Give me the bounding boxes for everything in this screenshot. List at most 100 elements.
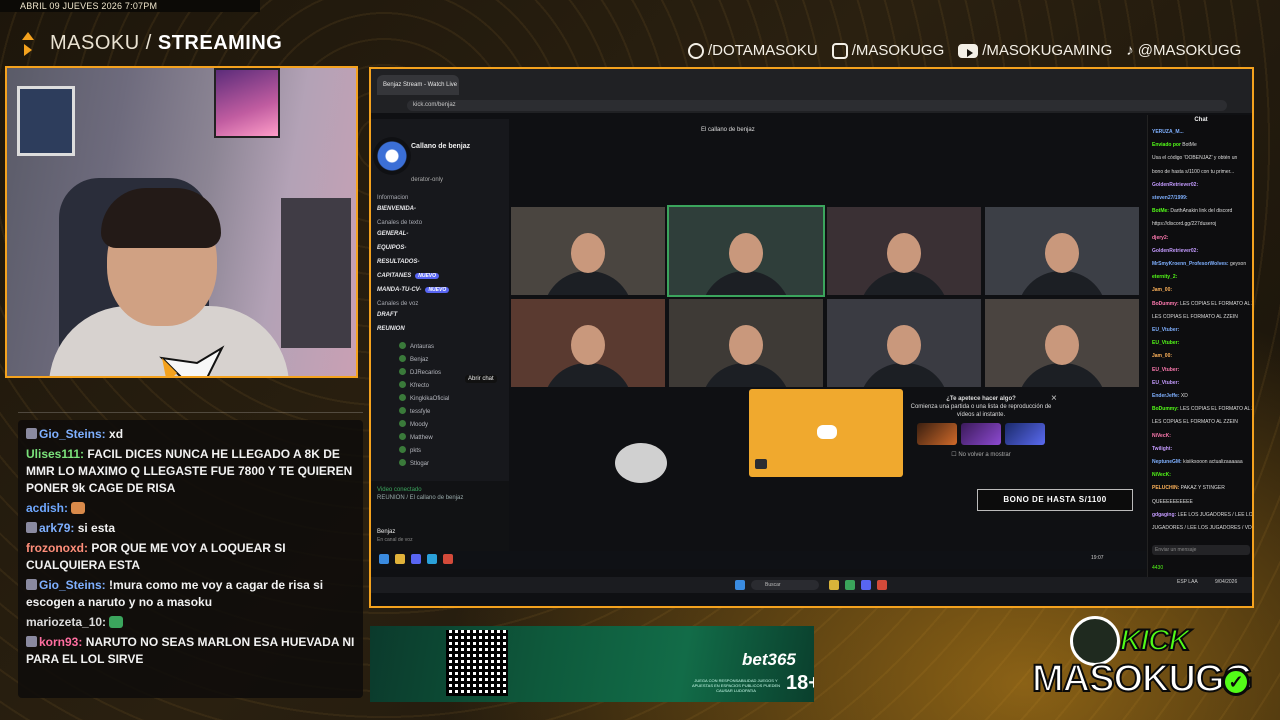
voice-user[interactable]: Kfrecto xyxy=(399,381,429,389)
discord-icon[interactable] xyxy=(861,580,871,590)
social-facebook[interactable]: /DOTAMASOKU xyxy=(688,42,818,59)
kick-chat-user[interactable]: GoldenRetriever02: xyxy=(1152,182,1198,188)
app-icon[interactable] xyxy=(877,580,887,590)
game-thumb[interactable] xyxy=(961,423,1001,445)
folder-icon[interactable] xyxy=(395,554,405,564)
social-youtube[interactable]: /MASOKUGAMING xyxy=(958,42,1112,59)
kick-chat-user[interactable]: BoDummy: xyxy=(1152,406,1179,412)
chat-username[interactable]: acdish: xyxy=(26,501,68,515)
taskbar-search[interactable]: Buscar xyxy=(751,580,819,590)
kick-chat-user[interactable]: EU_Vtuber: xyxy=(1152,367,1179,373)
address-bar[interactable]: kick.com/benjaz xyxy=(407,100,1227,111)
kick-chat-user[interactable]: BotMe: xyxy=(1152,208,1169,214)
discord-logo-icon xyxy=(817,425,837,439)
video-tile[interactable] xyxy=(511,299,665,387)
open-chat-tooltip: Abrir chat xyxy=(465,375,497,383)
channel-item[interactable]: MANDA-TU-CV- NUEVO xyxy=(377,287,450,293)
video-tile-bottom[interactable] xyxy=(601,439,681,489)
voice-user[interactable]: tessfyle xyxy=(399,407,430,415)
windows-start-icon[interactable] xyxy=(735,580,745,590)
kick-chat-line: Jam_00: xyxy=(1152,353,1252,360)
sponsor-brand: bet365 xyxy=(742,650,796,669)
channel-item[interactable]: EQUIPOS- xyxy=(377,245,406,251)
kick-chat-input[interactable]: Enviar un mensaje xyxy=(1152,545,1250,555)
kick-chat-user[interactable]: EU_Vtuber: xyxy=(1152,327,1179,333)
sponsor-banner[interactable]: bet365 JUEGA CON RESPONSABILIDAD JUEGOS … xyxy=(370,626,814,702)
video-tile[interactable] xyxy=(827,207,981,295)
voice-user[interactable]: DJRecarios xyxy=(399,368,441,376)
chat-username[interactable]: frozonoxd: xyxy=(26,541,88,555)
kick-chat-user[interactable]: NiVecK: xyxy=(1152,433,1171,439)
kick-chat-user[interactable]: Jam_00: xyxy=(1152,353,1172,359)
voice-user[interactable]: Matthew xyxy=(399,433,433,441)
kick-chat-user[interactable]: Jam_00: xyxy=(1152,287,1172,293)
kick-chat-user[interactable]: Twilight: xyxy=(1152,446,1172,452)
channel-item[interactable]: DRAFT xyxy=(377,312,397,318)
user-name[interactable]: Benjaz xyxy=(377,529,395,535)
kick-chat-user[interactable]: djery2: xyxy=(1152,235,1168,241)
streamer-hair xyxy=(101,188,221,248)
video-tile[interactable] xyxy=(985,207,1139,295)
chrome-icon[interactable] xyxy=(845,580,855,590)
chat-username[interactable]: Ulises111: xyxy=(26,447,84,461)
social-instagram[interactable]: /MASOKUGG xyxy=(831,42,944,59)
video-tile[interactable] xyxy=(667,205,825,297)
browser-tab[interactable]: Benjaz Stream - Watch Live xyxy=(377,75,459,95)
app-icon[interactable] xyxy=(829,580,839,590)
kick-chat-user[interactable]: EnderJeffe: xyxy=(1152,393,1180,399)
kick-chat-user[interactable]: NeptuneGM: xyxy=(1152,459,1182,465)
channel-item[interactable]: BIENVENIDA- xyxy=(377,206,416,212)
brand-title: MASOKU / STREAMING xyxy=(50,32,282,55)
channel-category[interactable]: Canales de texto xyxy=(377,220,422,226)
kick-chat-user[interactable]: EU_Vtuber: xyxy=(1152,380,1179,386)
kick-chat-line: BoDummy: LES COPIAS EL FORMATO AL ZZEIN xyxy=(1152,406,1252,413)
kick-chat-user[interactable]: GoldenRetriever02: xyxy=(1152,248,1198,254)
kick-chat-user[interactable]: steven27/1999: xyxy=(1152,195,1188,201)
kick-chat-user[interactable]: eternity_2: xyxy=(1152,274,1177,280)
channel-item[interactable]: REUNION xyxy=(377,326,405,332)
kick-chat-user[interactable]: PELUCHIN: xyxy=(1152,485,1179,491)
chat-username[interactable]: Gio_Steins: xyxy=(39,427,106,441)
no-show-checkbox[interactable]: ☐ No volver a mostrar xyxy=(905,451,1057,459)
chat-username[interactable]: mariozeta_10: xyxy=(26,615,106,629)
social-tiktok[interactable]: ♪ @MASOKUGG xyxy=(1126,42,1241,59)
chat-username[interactable]: korn93: xyxy=(39,635,82,649)
discord-activity-card[interactable] xyxy=(749,389,903,477)
kick-chat-text: LES COPIAS EL FORMATO AL ZZEIN xyxy=(1180,300,1252,307)
no-show-label: No volver a mostrar xyxy=(958,452,1011,458)
voice-user[interactable]: Moody xyxy=(399,420,428,428)
video-tile[interactable] xyxy=(827,299,981,387)
channel-item[interactable]: RESULTADOS- xyxy=(377,259,419,265)
telegram-icon[interactable] xyxy=(427,554,437,564)
kick-chat-user[interactable]: NiVecK: xyxy=(1152,472,1171,478)
app-icon[interactable] xyxy=(443,554,453,564)
voice-user[interactable]: pkts xyxy=(399,446,421,454)
discord-icon[interactable] xyxy=(411,554,421,564)
game-thumb[interactable] xyxy=(917,423,957,445)
chat-username[interactable]: ark79: xyxy=(39,521,74,535)
kick-chat-user[interactable]: YERUZA_M... xyxy=(1152,129,1184,135)
game-thumb[interactable] xyxy=(1005,423,1045,445)
kick-chat-user[interactable]: Enviado por xyxy=(1152,142,1181,148)
channel-item[interactable]: GENERAL- xyxy=(377,231,408,237)
app-icon[interactable] xyxy=(379,554,389,564)
kick-chat-user[interactable]: BoDummy: xyxy=(1152,301,1179,307)
date-bar: ABRIL 09 JUEVES 2026 7:07PM xyxy=(0,0,260,12)
participant-body xyxy=(701,271,791,295)
video-tile[interactable] xyxy=(669,299,823,387)
kick-chat-user[interactable]: EU_Vtuber: xyxy=(1152,340,1179,346)
channel-item[interactable]: CAPITANES NUEVO xyxy=(377,273,440,279)
popup-title: ¿Te apetece hacer algo? xyxy=(946,396,1016,402)
voice-user[interactable]: Stlogar xyxy=(399,459,429,467)
voice-user[interactable]: Antauras xyxy=(399,342,434,350)
kick-chat-user[interactable]: MrSmyKroenn_ProfesorWolves: xyxy=(1152,261,1229,267)
chat-username[interactable]: Gio_Steins: xyxy=(39,578,106,592)
channel-category[interactable]: Canales de voz xyxy=(377,301,418,307)
video-tile[interactable] xyxy=(511,207,665,295)
server-name[interactable]: Callano de benjaz xyxy=(411,143,470,150)
channel-category[interactable]: Informacion xyxy=(377,195,408,201)
kick-chat-user[interactable]: gdgaging: xyxy=(1152,512,1176,518)
voice-user[interactable]: Benjaz xyxy=(399,355,428,363)
voice-user[interactable]: KingkikaOficial xyxy=(399,394,449,402)
video-tile[interactable] xyxy=(985,299,1139,387)
